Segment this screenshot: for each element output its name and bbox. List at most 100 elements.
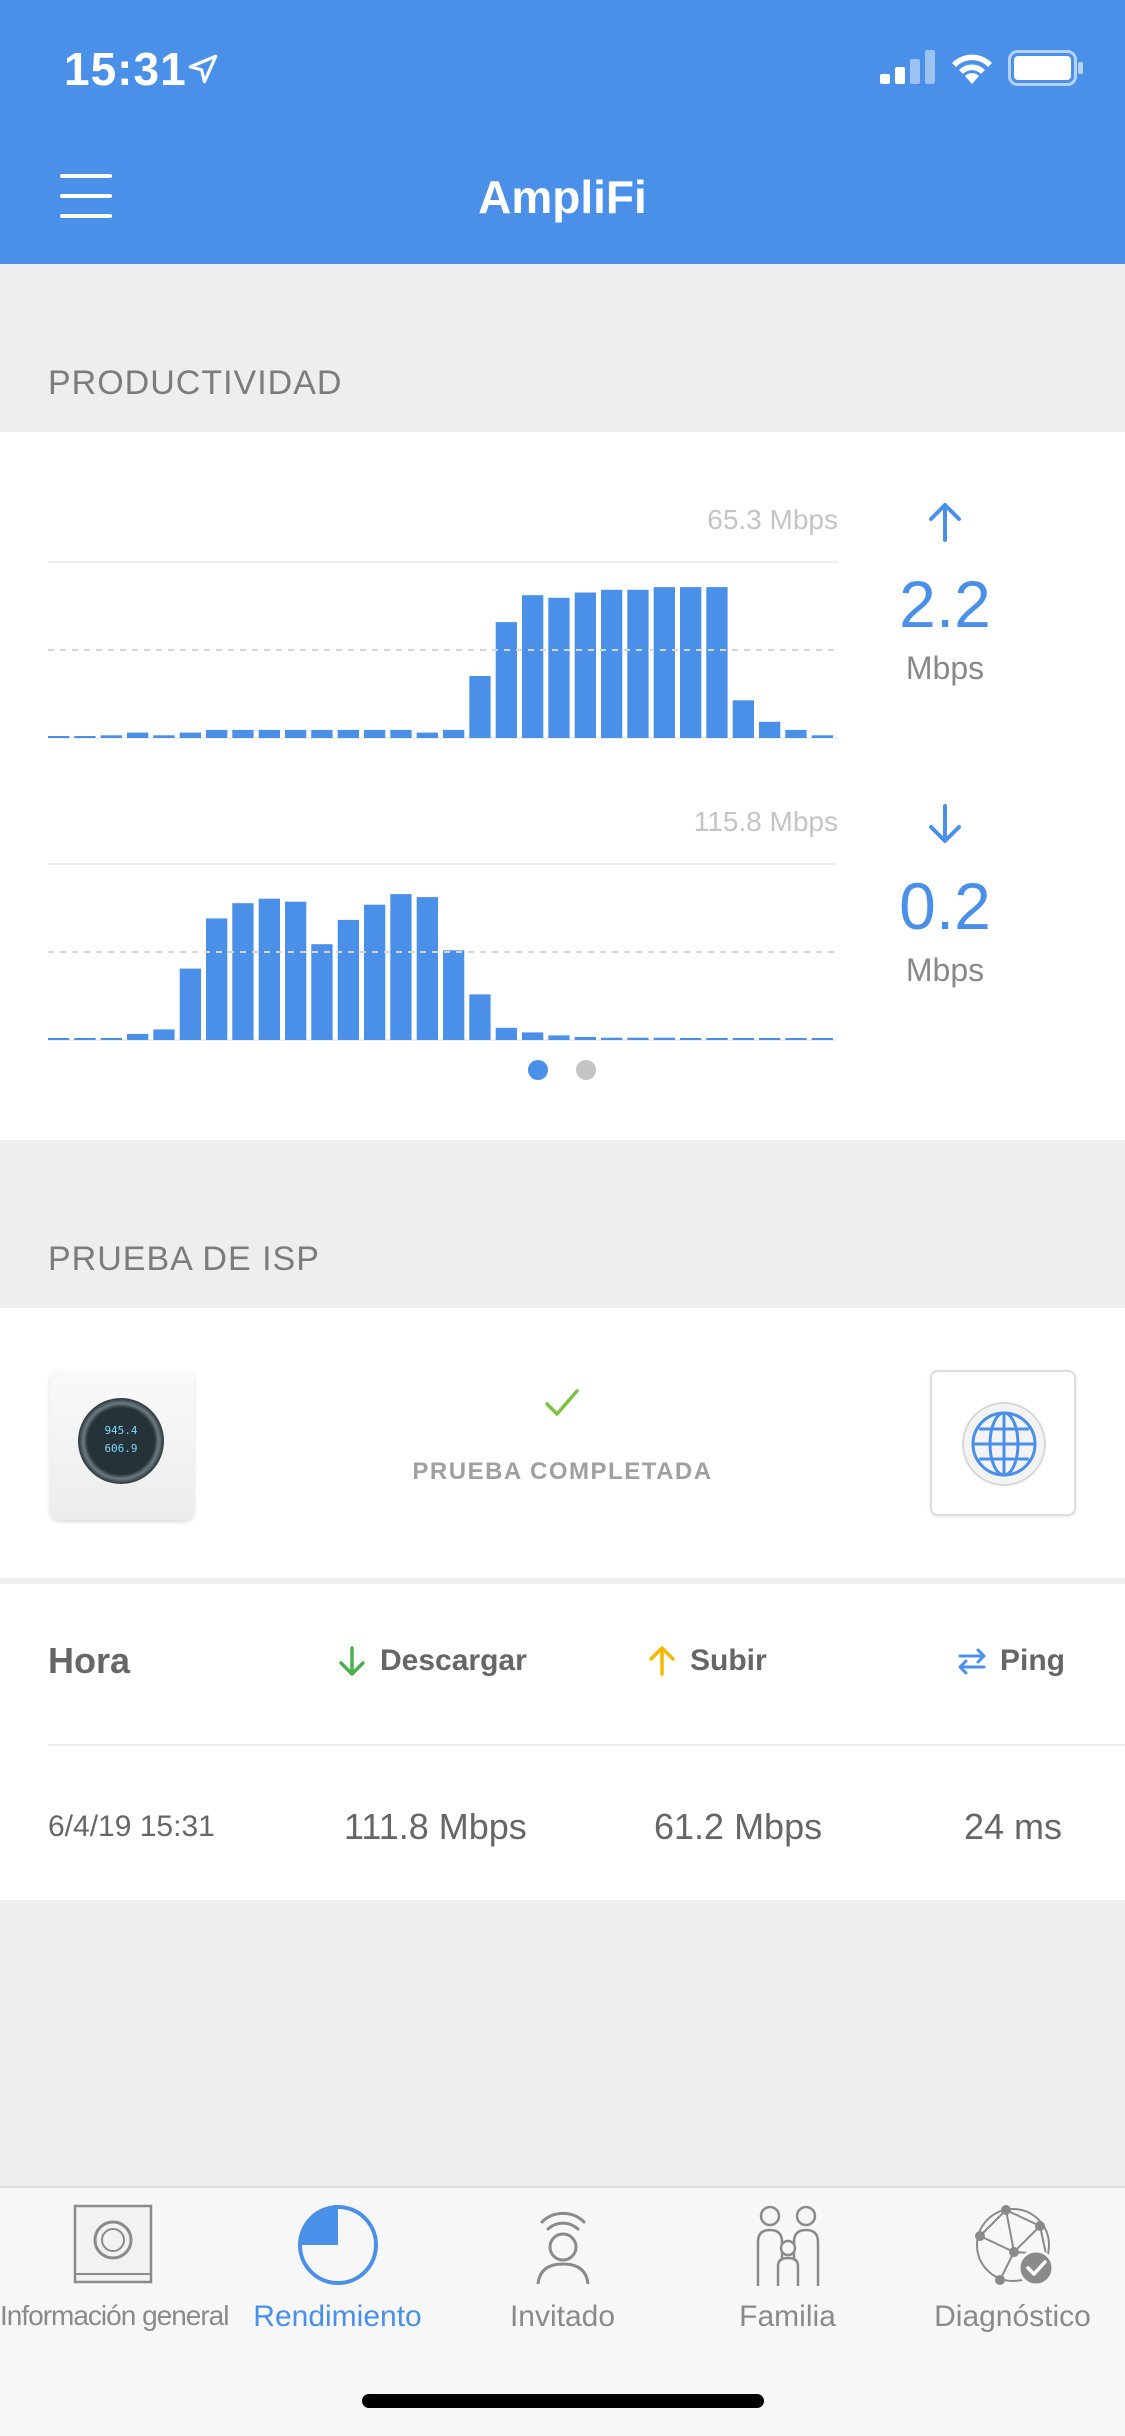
download-chart-bar	[811, 1038, 833, 1040]
upload-chart-bar	[759, 721, 781, 738]
tab-performance[interactable]: Rendimiento	[225, 2188, 450, 2358]
upload-chart-bar	[153, 735, 175, 738]
download-arrow-icon	[339, 1646, 365, 1676]
download-chart: 115.8 Mbps	[48, 806, 838, 1044]
download-chart-bar	[495, 1027, 517, 1040]
upload-chart-bar	[548, 597, 570, 738]
page-dot-2[interactable]	[576, 1060, 596, 1080]
page-title: AmpliFi	[478, 171, 647, 223]
tab-family[interactable]: Familia	[675, 2188, 900, 2358]
swap-arrows-icon	[958, 1648, 986, 1675]
upload-chart-bar	[337, 729, 359, 738]
download-chart-bar	[627, 1037, 649, 1040]
download-chart-bar	[601, 1037, 623, 1040]
download-chart-bar	[443, 950, 465, 1040]
upload-chart: 65.3 Mbps	[48, 504, 838, 742]
column-header-ping: Ping	[956, 1644, 1065, 1678]
download-chart-bar	[416, 897, 438, 1040]
upload-chart-max-label: 65.3 Mbps	[707, 504, 838, 535]
upload-chart-bar	[601, 589, 623, 738]
location-arrow-icon	[188, 54, 218, 84]
download-rate-unit: Mbps	[905, 952, 985, 988]
tab-performance-label: Rendimiento	[253, 2300, 422, 2333]
router-screen-line-1: 945.4	[104, 1424, 138, 1437]
download-chart-bar	[548, 1035, 570, 1040]
result-time: 6/4/19 15:31	[48, 1810, 215, 1843]
upload-chart-bar	[74, 736, 96, 738]
column-header-download: Descargar	[336, 1644, 527, 1678]
download-chart-bar	[311, 944, 333, 1040]
internet-globe	[930, 1370, 1076, 1516]
column-header-upload-label: Subir	[690, 1644, 767, 1677]
tab-diagnostics-label: Diagnóstico	[934, 2300, 1091, 2333]
upload-chart-bar	[653, 587, 675, 738]
upload-chart-bar	[443, 729, 465, 738]
download-chart-bar	[574, 1037, 596, 1040]
upload-chart-bar	[232, 729, 254, 738]
column-header-download-label: Descargar	[380, 1644, 527, 1677]
page-dot-1[interactable]	[528, 1060, 548, 1080]
family-icon	[756, 2205, 820, 2286]
result-ping: 24 ms	[964, 1806, 1063, 1847]
download-chart-bar	[100, 1038, 122, 1040]
download-chart-bar	[153, 1029, 175, 1040]
upload-chart-bar	[48, 736, 70, 738]
column-header-time: Hora	[48, 1640, 131, 1681]
upload-chart-bar	[179, 732, 201, 738]
upload-chart-bar	[100, 735, 122, 738]
download-chart-bar	[206, 918, 228, 1040]
download-chart-bar	[732, 1038, 754, 1040]
upload-chart-bar	[706, 587, 728, 738]
router-image: 945.4 606.9	[50, 1370, 194, 1520]
download-chart-bar	[232, 903, 254, 1040]
download-chart-bar	[337, 919, 359, 1040]
check-icon	[545, 1389, 579, 1416]
throughput-section-title: PRODUCTIVIDAD	[48, 364, 343, 402]
router-icon	[73, 2204, 153, 2284]
download-chart-bar	[364, 904, 386, 1040]
upload-rate-value: 2.2	[899, 567, 991, 641]
status-time: 15:31	[64, 43, 187, 95]
download-chart-bar	[785, 1038, 807, 1040]
upload-arrow-icon	[649, 1646, 675, 1676]
upload-chart-bar	[390, 729, 412, 738]
download-chart-bar	[285, 901, 307, 1040]
tab-guest-label: Invitado	[509, 2300, 616, 2333]
download-rate-value: 0.2	[899, 869, 991, 943]
result-download: 111.8 Mbps	[344, 1806, 527, 1847]
upload-chart-bar	[522, 595, 544, 738]
wifi-icon	[952, 54, 992, 84]
app-header: 15:31 AmpliFi	[0, 0, 1125, 264]
upload-chart-bar	[732, 700, 754, 738]
download-chart-bar	[179, 968, 201, 1040]
throughput-card: 65.3 Mbps 2.2 Mbps 115.8 Mbps 0.2 Mbps	[0, 432, 1125, 1140]
download-chart-bar	[74, 1038, 96, 1040]
tab-overview[interactable]: Información general	[0, 2188, 229, 2358]
download-chart-bar	[653, 1037, 675, 1040]
download-chart-bar	[759, 1038, 781, 1040]
tab-overview-label: Información general	[0, 2300, 229, 2331]
upload-chart-bar	[811, 735, 833, 738]
upload-rate-unit: Mbps	[905, 650, 985, 686]
row-divider	[48, 1744, 1125, 1746]
upload-chart-svg	[48, 561, 838, 739]
upload-rate: 2.2 Mbps	[880, 500, 1010, 687]
upload-chart-bar	[469, 676, 491, 738]
download-chart-bar	[48, 1038, 70, 1040]
download-chart-bar	[390, 894, 412, 1040]
globe-icon	[962, 1402, 1046, 1486]
isp-section-title: PRUEBA DE ISP	[48, 1240, 320, 1278]
column-header-upload: Subir	[646, 1644, 767, 1678]
upload-chart-bar	[627, 589, 649, 738]
diagnostics-icon	[975, 2205, 1055, 2287]
upload-chart-bar	[495, 622, 517, 738]
home-indicator[interactable]	[362, 2394, 764, 2408]
upload-chart-bar	[258, 729, 280, 738]
tab-guest[interactable]: Invitado	[450, 2188, 675, 2358]
performance-icon	[298, 2205, 378, 2285]
battery-icon	[1008, 50, 1083, 86]
download-chart-bar	[127, 1033, 149, 1040]
download-chart-bar	[469, 994, 491, 1040]
tab-diagnostics[interactable]: Diagnóstico	[900, 2188, 1125, 2358]
upload-chart-bar	[785, 729, 807, 738]
